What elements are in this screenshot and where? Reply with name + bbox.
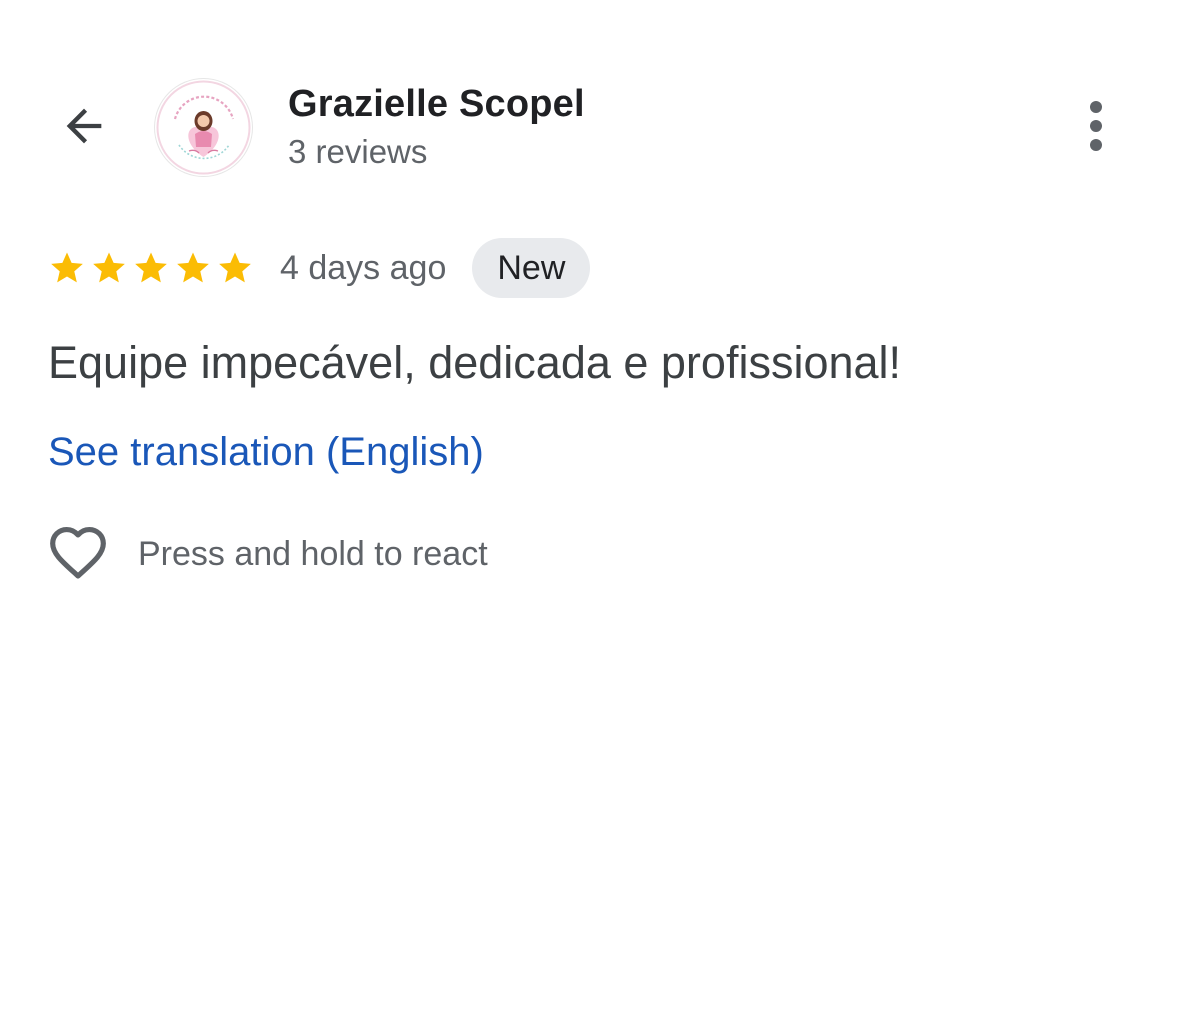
review-header: Grazielle Scopel 3 reviews	[0, 0, 1179, 210]
new-badge: New	[472, 238, 591, 298]
heart-outline-icon	[47, 523, 109, 586]
react-hint: Press and hold to react	[138, 534, 488, 573]
see-translation-link[interactable]: See translation (English)	[48, 428, 484, 476]
more-options-button[interactable]	[1070, 96, 1122, 160]
profile-avatar-icon[interactable]	[155, 79, 252, 176]
star-icon	[174, 249, 212, 287]
star-icon	[132, 249, 170, 287]
star-rating	[48, 249, 254, 287]
review-text: Equipe impecável, dedicada e profissiona…	[48, 337, 902, 388]
star-icon	[216, 249, 254, 287]
review-count: 3 reviews	[288, 133, 428, 170]
star-icon	[48, 249, 86, 287]
review-meta-row: 4 days ago New	[48, 238, 591, 298]
star-icon	[90, 249, 128, 287]
more-vertical-icon	[1086, 98, 1106, 159]
review-date: 4 days ago	[280, 248, 447, 287]
back-button[interactable]	[50, 96, 118, 160]
reviewer-name[interactable]: Grazielle Scopel	[288, 80, 585, 128]
arrow-back-icon	[58, 100, 110, 157]
reaction-row: Press and hold to react	[46, 522, 488, 586]
react-button[interactable]	[46, 522, 110, 586]
